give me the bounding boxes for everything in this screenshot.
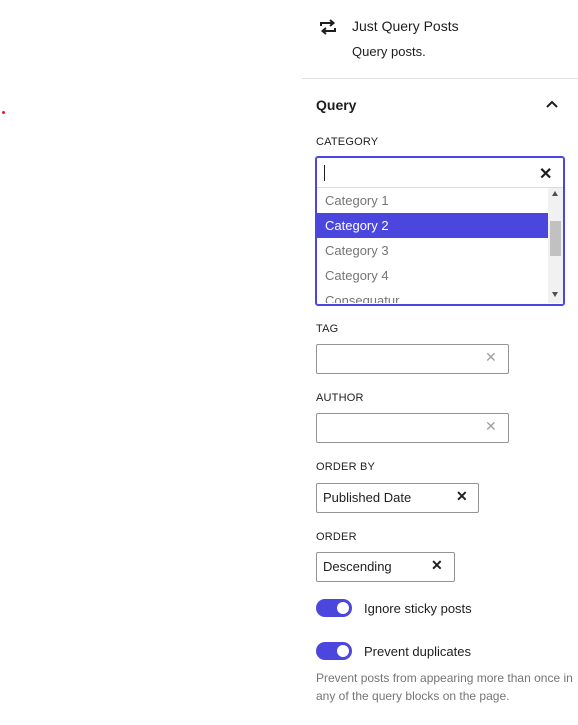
block-title: Just Query Posts	[352, 18, 459, 34]
author-field[interactable]: ✕	[316, 413, 509, 443]
toggle-knob	[337, 602, 349, 614]
tag-label: TAG	[316, 323, 339, 335]
ignore-sticky-label[interactable]: Ignore sticky posts	[364, 601, 472, 616]
query-panel-title[interactable]: Query	[316, 97, 356, 113]
chevron-up-icon[interactable]	[545, 97, 559, 111]
category-combobox[interactable]: ✕ Category 1 Category 2 Category 3 Categ…	[316, 157, 564, 305]
block-description: Query posts.	[352, 44, 426, 59]
order-by-value: Published Date	[323, 490, 412, 505]
tag-field[interactable]: ✕	[316, 344, 509, 374]
options-scrollbar[interactable]	[548, 188, 563, 303]
clear-icon[interactable]: ✕	[485, 418, 497, 435]
order-field[interactable]: Descending ✕	[316, 552, 455, 582]
block-card: Just Query Posts Query posts.	[302, 0, 578, 79]
category-option[interactable]: Category 1	[317, 188, 548, 213]
order-by-field[interactable]: Published Date ✕	[316, 483, 479, 513]
close-icon[interactable]: ✕	[539, 164, 552, 184]
scroll-up-arrow-icon[interactable]	[552, 191, 558, 196]
prevent-duplicates-help: Prevent posts from appearing more than o…	[316, 671, 573, 703]
toggle-knob	[337, 645, 349, 657]
loop-icon	[320, 19, 336, 35]
category-option[interactable]: Consequatur	[317, 288, 548, 303]
text-caret	[324, 165, 325, 181]
block-settings-sidebar: Just Query Posts Query posts. Query CATE…	[302, 0, 578, 725]
red-dot	[2, 111, 5, 114]
clear-icon[interactable]: ✕	[456, 488, 468, 505]
clear-icon[interactable]: ✕	[431, 557, 443, 574]
prevent-duplicates-label[interactable]: Prevent duplicates	[364, 644, 471, 659]
clear-icon[interactable]: ✕	[485, 349, 497, 366]
category-option[interactable]: Category 3	[317, 238, 548, 263]
category-search-input[interactable]: ✕	[317, 158, 563, 188]
prevent-duplicates-toggle[interactable]	[316, 642, 352, 660]
category-option-selected[interactable]: Category 2	[317, 213, 548, 238]
category-options-list: Category 1 Category 2 Category 3 Categor…	[317, 188, 548, 303]
category-option[interactable]: Category 4	[317, 263, 548, 288]
order-by-label: ORDER BY	[316, 461, 376, 473]
order-value: Descending	[323, 559, 392, 574]
category-label: CATEGORY	[316, 136, 379, 148]
scrollbar-thumb[interactable]	[550, 221, 561, 256]
order-label: ORDER	[316, 531, 357, 543]
author-label: AUTHOR	[316, 392, 364, 404]
ignore-sticky-toggle[interactable]	[316, 599, 352, 617]
scroll-down-arrow-icon[interactable]	[552, 292, 558, 297]
